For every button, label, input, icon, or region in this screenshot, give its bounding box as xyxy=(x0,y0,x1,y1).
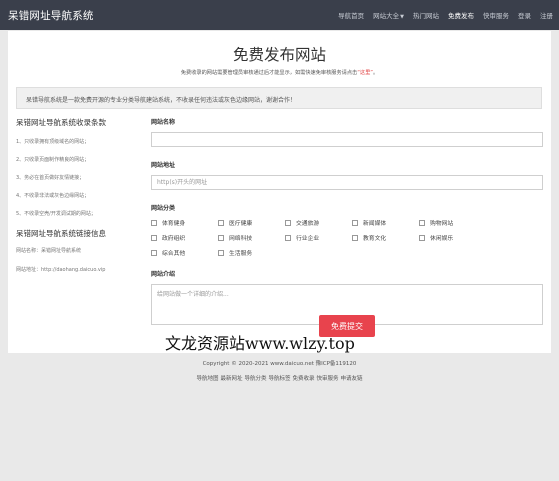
category-option[interactable]: 行业企业 xyxy=(285,233,352,242)
nav-item-label: 热门网站 xyxy=(413,12,439,20)
category-option[interactable]: 教育文化 xyxy=(352,233,419,242)
category-label: 体育健身 xyxy=(162,221,186,227)
category-checkbox[interactable] xyxy=(285,234,291,241)
top-navbar: 呆错网址导航系统 导航首页 网站大全▼ 热门网站 免费发布 快审服务 登录 注册 xyxy=(0,0,559,30)
category-checkbox[interactable] xyxy=(419,234,425,241)
category-option[interactable]: 网络科技 xyxy=(218,233,285,242)
nav-item[interactable]: 登录 xyxy=(518,10,531,20)
nav-item-label: 登录 xyxy=(518,12,531,20)
category-checkbox[interactable] xyxy=(151,234,157,241)
nav-item-label: 快审服务 xyxy=(483,12,509,20)
footer-link[interactable]: 导航分类 xyxy=(244,376,266,382)
category-label: 行业企业 xyxy=(296,236,320,242)
link-info-item: 网站名称：呆错网址导航系统 xyxy=(16,248,82,254)
rule-item: 2、只收录页面制作精良的网站； xyxy=(16,157,90,163)
site-url-input[interactable] xyxy=(151,175,543,190)
category-checkbox[interactable] xyxy=(151,219,157,226)
footer-link[interactable]: 最新网址 xyxy=(220,376,242,382)
category-checkbox[interactable] xyxy=(352,219,358,226)
category-label: 医疗健康 xyxy=(229,221,253,227)
nav-item-label: 导航首页 xyxy=(338,12,365,20)
rule-item: 1、只收录拥有顶级域名的网站； xyxy=(16,139,90,145)
nav-item-label: 网站大全 xyxy=(373,12,400,20)
nav-item[interactable]: 导航首页 xyxy=(338,10,364,20)
category-checkbox[interactable] xyxy=(218,219,224,226)
submit-form: 网站名称 网站地址 网站分类 体育健身医疗健康交通旅游新闻媒体购物网站政府组织网… xyxy=(151,117,543,338)
category-checkbox[interactable] xyxy=(419,219,425,226)
rule-item: 5、不收录空壳/开发调试期的网站； xyxy=(16,211,96,217)
category-label: 新闻媒体 xyxy=(363,221,387,227)
footer-links: 导航地图 最新网址 导航分类 导航标签 免费收录 快审服务 申请友链 xyxy=(0,374,559,382)
category-checkbox[interactable] xyxy=(218,234,224,241)
subtitle-end: 。 xyxy=(372,70,379,76)
category-label: 休闲娱乐 xyxy=(430,236,454,242)
category-checkbox-grid: 体育健身 医疗健康 交通旅游 新闻媒体 购物网站政府组织 网络科技 行业企业 教育文化 休闲娱乐… xyxy=(151,218,543,263)
rules-list: 1、只收录拥有顶级域名的网站； 2、只收录页面制作精良的网站； 3、务必在首页做好友… xyxy=(16,138,146,217)
category-option[interactable]: 体育健身 xyxy=(151,218,218,227)
free-submit-button[interactable]: 免费提交 xyxy=(319,315,375,337)
category-option[interactable]: 新闻媒体 xyxy=(352,218,419,227)
category-label: 交通旅游 xyxy=(296,221,320,227)
category-option[interactable]: 购物网站 xyxy=(419,218,486,227)
category-label: 教育文化 xyxy=(363,236,387,242)
category-checkbox[interactable] xyxy=(151,249,157,256)
site-brand[interactable]: 呆错网址导航系统 xyxy=(8,8,94,23)
category-checkbox[interactable] xyxy=(352,234,358,241)
site-intro-label: 网站介绍 xyxy=(151,271,176,278)
footer-link[interactable]: 导航标签 xyxy=(268,376,290,382)
fast-review-link[interactable]: “这里” xyxy=(357,70,373,76)
site-url-label: 网站地址 xyxy=(151,162,176,169)
category-field-group: 网站分类 体育健身 医疗健康 交通旅游 新闻媒体 购物网站政府组织 网络科技 行业企业 教育文… xyxy=(151,203,543,263)
chevron-down-icon: ▼ xyxy=(400,14,404,20)
link-info-list: 网站名称：呆错网址导航系统网站地址：http://daohang.daicuo.… xyxy=(16,247,146,273)
page-title: 免费发布网站 xyxy=(232,46,326,64)
category-label: 政府组织 xyxy=(162,236,186,242)
notice-banner: 呆错导航系统是一款免费开源的专业分类导航建站系统，不收录任何违法或灰色边缘网站，… xyxy=(16,87,542,109)
category-option[interactable]: 综合其他 xyxy=(151,248,218,257)
nav-item[interactable]: 快审服务 xyxy=(483,10,509,20)
sidebar: 呆错网址导航系统收录条款 1、只收录拥有顶级域名的网站； 2、只收录页面制作精良的… xyxy=(16,117,146,285)
category-option[interactable]: 生活服务 xyxy=(218,248,285,257)
category-checkbox[interactable] xyxy=(218,249,224,256)
nav-item[interactable]: 免费发布 xyxy=(448,10,474,20)
footer-link[interactable]: 免费收录 xyxy=(293,376,315,382)
nav-item[interactable]: 注册 xyxy=(540,10,553,20)
url-field-group: 网站地址 xyxy=(151,160,543,190)
site-name-input[interactable] xyxy=(151,132,543,147)
footer-link[interactable]: 申请友链 xyxy=(341,376,363,382)
category-label: 网络科技 xyxy=(229,236,253,242)
content-panel: 免费发布网站 免费收录的网站需要管理员审核通过后才能显示，如需快速免审核服务请点… xyxy=(8,31,551,353)
site-name-label: 网站名称 xyxy=(151,119,176,126)
nav-item[interactable]: 网站大全▼ xyxy=(373,10,404,20)
nav-item[interactable]: 热门网站 xyxy=(413,10,439,20)
main-nav: 导航首页 网站大全▼ 热门网站 免费发布 快审服务 登录 注册 xyxy=(329,10,553,20)
category-label: 生活服务 xyxy=(229,251,253,257)
rules-heading: 呆错网址导航系统收录条款 xyxy=(16,118,106,127)
name-field-group: 网站名称 xyxy=(151,117,543,147)
footer-link[interactable]: 快审服务 xyxy=(317,376,339,382)
footer-copyright: Copyright © 2020-2021 www.daicuo.net 豫IC… xyxy=(202,361,357,367)
category-option[interactable]: 政府组织 xyxy=(151,233,218,242)
footer-link[interactable]: 导航地图 xyxy=(196,376,218,382)
rule-item: 3、务必在首页做好友情链接； xyxy=(16,175,85,181)
rule-item: 4、不收录非法或灰色边缘网站； xyxy=(16,193,90,199)
category-option[interactable]: 医疗健康 xyxy=(218,218,285,227)
subtitle-text: 免费收录的网站需要管理员审核通过后才能显示，如需快速免审核服务请点击 xyxy=(180,70,358,76)
link-info-heading: 呆错网址导航系统链接信息 xyxy=(16,229,106,238)
category-label: 综合其他 xyxy=(162,251,186,257)
category-option[interactable]: 交通旅游 xyxy=(285,218,352,227)
nav-item-label: 注册 xyxy=(540,12,553,20)
site-category-label: 网站分类 xyxy=(151,205,176,212)
page-subtitle: 免费收录的网站需要管理员审核通过后才能显示，如需快速免审核服务请点击“这里”。 xyxy=(8,69,551,76)
category-label: 购物网站 xyxy=(430,221,454,227)
nav-item-label: 免费发布 xyxy=(448,12,474,20)
category-option[interactable]: 休闲娱乐 xyxy=(419,233,486,242)
category-checkbox[interactable] xyxy=(285,219,291,226)
link-info-item: 网站地址：http://daohang.daicuo.vip xyxy=(16,267,106,273)
